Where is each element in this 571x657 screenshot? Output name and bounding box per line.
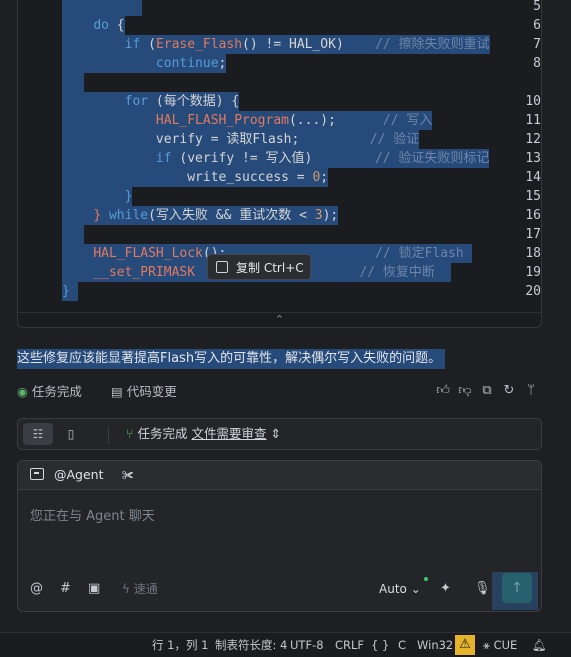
file-tab[interactable]: ▯	[56, 423, 86, 445]
chevron-up-icon: ⌃	[274, 313, 285, 326]
warning-icon[interactable]	[455, 635, 475, 655]
speed-mode-button[interactable]: ϟ 速通	[122, 579, 158, 599]
copy-icon	[216, 261, 228, 273]
line-ending[interactable]: CRLF	[335, 633, 364, 657]
branch-icon[interactable]: ᛘ	[524, 384, 538, 398]
divider	[108, 426, 109, 444]
checklist-icon: ☷	[32, 427, 44, 441]
collapse-button[interactable]: ⌃	[18, 312, 541, 327]
braces-indicator[interactable]: { }	[371, 633, 389, 657]
copy-shortcut: Ctrl+C	[263, 261, 304, 275]
copy-icon[interactable]: ⧉	[480, 384, 494, 398]
check-circle-icon: ◉	[17, 384, 28, 399]
code-line: continue;	[62, 54, 227, 73]
code-line	[62, 0, 142, 16]
checklist-tab[interactable]: ☷	[23, 423, 53, 445]
line-number: 8	[533, 56, 541, 71]
bell-icon[interactable]: 🔔︎	[532, 633, 547, 657]
line-number: 5	[533, 0, 541, 14]
message-actions: 👍︎ 👎︎ ⧉ ↻ ᛘ	[436, 384, 538, 398]
code-line	[62, 73, 84, 92]
code-line: if (verify != 写入值) // 验证失败则标记	[62, 149, 490, 168]
line-number: 16	[525, 208, 541, 223]
line-number: 11	[525, 113, 541, 128]
document-icon: ▤	[111, 384, 123, 399]
task-review-label[interactable]: ⑂ 任务完成 文件需要审查 ⇕	[126, 419, 281, 449]
code-changes-button[interactable]: ▤ 代码变更	[111, 382, 177, 402]
lightning-icon: ϟ	[122, 582, 130, 596]
thumbs-down-icon[interactable]: 👎︎	[458, 384, 472, 398]
summary-text: 这些修复应该能显著提高Flash写入的可靠性，解决偶尔写入失败的问题。	[17, 349, 446, 369]
encoding[interactable]: UTF-8	[290, 633, 324, 657]
agent-icon	[30, 468, 44, 480]
code-line: }	[62, 282, 78, 301]
chat-toolbar: @ # ▣ ϟ 速通 Auto ⌄ ✦ 🎙︎	[30, 577, 530, 599]
line-number: 19	[525, 265, 541, 280]
line-number: 14	[525, 170, 541, 185]
at-icon[interactable]: @	[30, 579, 43, 599]
model-select[interactable]: Auto ⌄	[379, 579, 421, 599]
branch-check-icon: ⑂	[126, 426, 134, 441]
task-done-status[interactable]: ◉ 任务完成	[17, 382, 82, 402]
tab-size[interactable]: 制表符长度: 4	[215, 633, 287, 657]
line-number: 6	[533, 18, 541, 33]
code-line: verify = 读取Flash; // 验证	[62, 130, 420, 149]
code-line: }	[62, 187, 133, 206]
chevron-down-icon: ⌄	[410, 582, 421, 596]
thumbs-up-icon[interactable]: 👍︎	[436, 384, 450, 398]
line-number: 12	[525, 132, 541, 147]
line-number: 15	[525, 189, 541, 204]
line-number: 17	[525, 227, 541, 242]
tools-icon[interactable]: ✀	[122, 461, 134, 489]
line-number: 20	[525, 284, 541, 299]
chat-header: @Agent ✀	[18, 461, 541, 490]
line-number: 10	[525, 94, 541, 109]
result-row: ◉ 任务完成 ▤ 代码变更 👍︎ 👎︎ ⧉ ↻ ᛘ	[17, 382, 542, 402]
highlight-overlay	[492, 572, 538, 610]
chat-input[interactable]: 您正在与 Agent 聊天	[30, 505, 155, 524]
copy-label: 复制	[236, 261, 261, 275]
file-icon: ▯	[67, 427, 75, 441]
status-dot	[424, 577, 428, 581]
line-number: 13	[525, 151, 541, 166]
hash-icon[interactable]: #	[60, 579, 71, 599]
refresh-icon[interactable]: ↻	[502, 384, 516, 398]
status-bar: 行 1，列 1 制表符长度: 4 UTF-8 CRLF { } C Win32 …	[0, 632, 571, 657]
code-line: for (每个数据) {	[62, 92, 240, 111]
copy-tooltip[interactable]: 复制 Ctrl+C	[207, 254, 311, 280]
cue-status[interactable]: ⚹ CUE	[483, 633, 517, 657]
microphone-icon[interactable]: 🎙︎	[474, 579, 491, 599]
cursor-position[interactable]: 行 1，列 1	[152, 633, 208, 657]
code-line: write_success = 0;	[62, 168, 329, 187]
code-line: HAL_FLASH_Program(...); // 写入	[62, 111, 433, 130]
line-number: 7	[533, 37, 541, 52]
chevron-updown-icon: ⇕	[270, 426, 281, 441]
image-icon[interactable]: ▣	[88, 579, 100, 599]
line-number: 18	[525, 246, 541, 261]
review-files-link[interactable]: 文件需要审查	[192, 426, 267, 441]
code-line	[62, 225, 84, 244]
task-status-bar: ☷ ▯ ⑂ 任务完成 文件需要审查 ⇕	[17, 418, 542, 450]
code-line: do {	[62, 16, 125, 35]
code-line: } while(写入失败 && 重试次数 < 3);	[62, 206, 339, 225]
chat-box: @Agent ✀ 您正在与 Agent 聊天 @ # ▣ ϟ 速通 Auto ⌄…	[17, 460, 542, 612]
cue-icon: ⚹	[483, 638, 490, 652]
language-mode[interactable]: C	[398, 633, 406, 657]
platform[interactable]: Win32	[417, 633, 453, 657]
sparkle-icon[interactable]: ✦	[440, 579, 451, 599]
agent-mention[interactable]: @Agent	[54, 461, 104, 489]
code-line: if (Erase_Flash() != HAL_OK) // 擦除失败则重试	[62, 35, 490, 54]
